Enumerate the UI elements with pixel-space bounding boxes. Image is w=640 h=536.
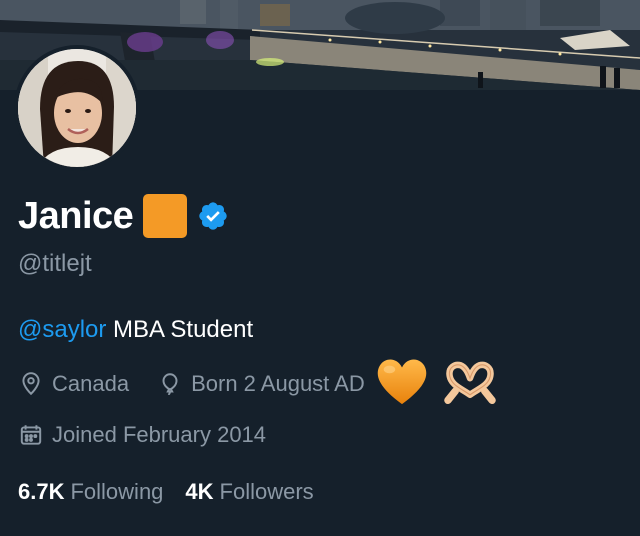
birthday-item: Born 2 August AD xyxy=(157,354,501,414)
follow-stats-row: 6.7K Following 4K Followers xyxy=(18,476,314,508)
orange-square-emoji xyxy=(143,194,188,238)
calendar-icon xyxy=(18,422,44,448)
bio-mention-link[interactable]: @saylor xyxy=(18,316,106,343)
joined-item: Joined February 2014 xyxy=(18,418,266,452)
followers-count: 4K xyxy=(185,479,214,504)
location-text: Canada xyxy=(52,371,130,396)
heart-hands-emoji xyxy=(439,358,501,410)
profile-avatar[interactable] xyxy=(14,45,140,171)
following-count: 6.7K xyxy=(18,479,65,504)
following-link[interactable]: 6.7K Following xyxy=(18,479,163,505)
profile-bio: @saylor MBA Student xyxy=(18,316,253,344)
profile-handle: @titlejt xyxy=(18,250,92,277)
joined-text: Joined February 2014 xyxy=(52,422,267,447)
orange-heart-emoji xyxy=(373,354,431,414)
birthday-text: Born 2 August AD xyxy=(191,371,365,396)
location-pin-icon xyxy=(18,371,44,397)
verified-badge-icon[interactable] xyxy=(197,200,229,232)
balloon-icon xyxy=(157,371,183,397)
followers-label: Followers xyxy=(219,479,314,504)
display-name: Janice xyxy=(18,194,134,237)
profile-meta-row: Canada Born 2 August AD xyxy=(18,359,501,405)
location-item: Canada xyxy=(18,371,129,397)
followers-link[interactable]: 4K Followers xyxy=(185,479,313,505)
following-label: Following xyxy=(70,479,164,504)
bio-text: MBA Student xyxy=(106,316,254,343)
display-name-row: Janice xyxy=(18,192,229,240)
